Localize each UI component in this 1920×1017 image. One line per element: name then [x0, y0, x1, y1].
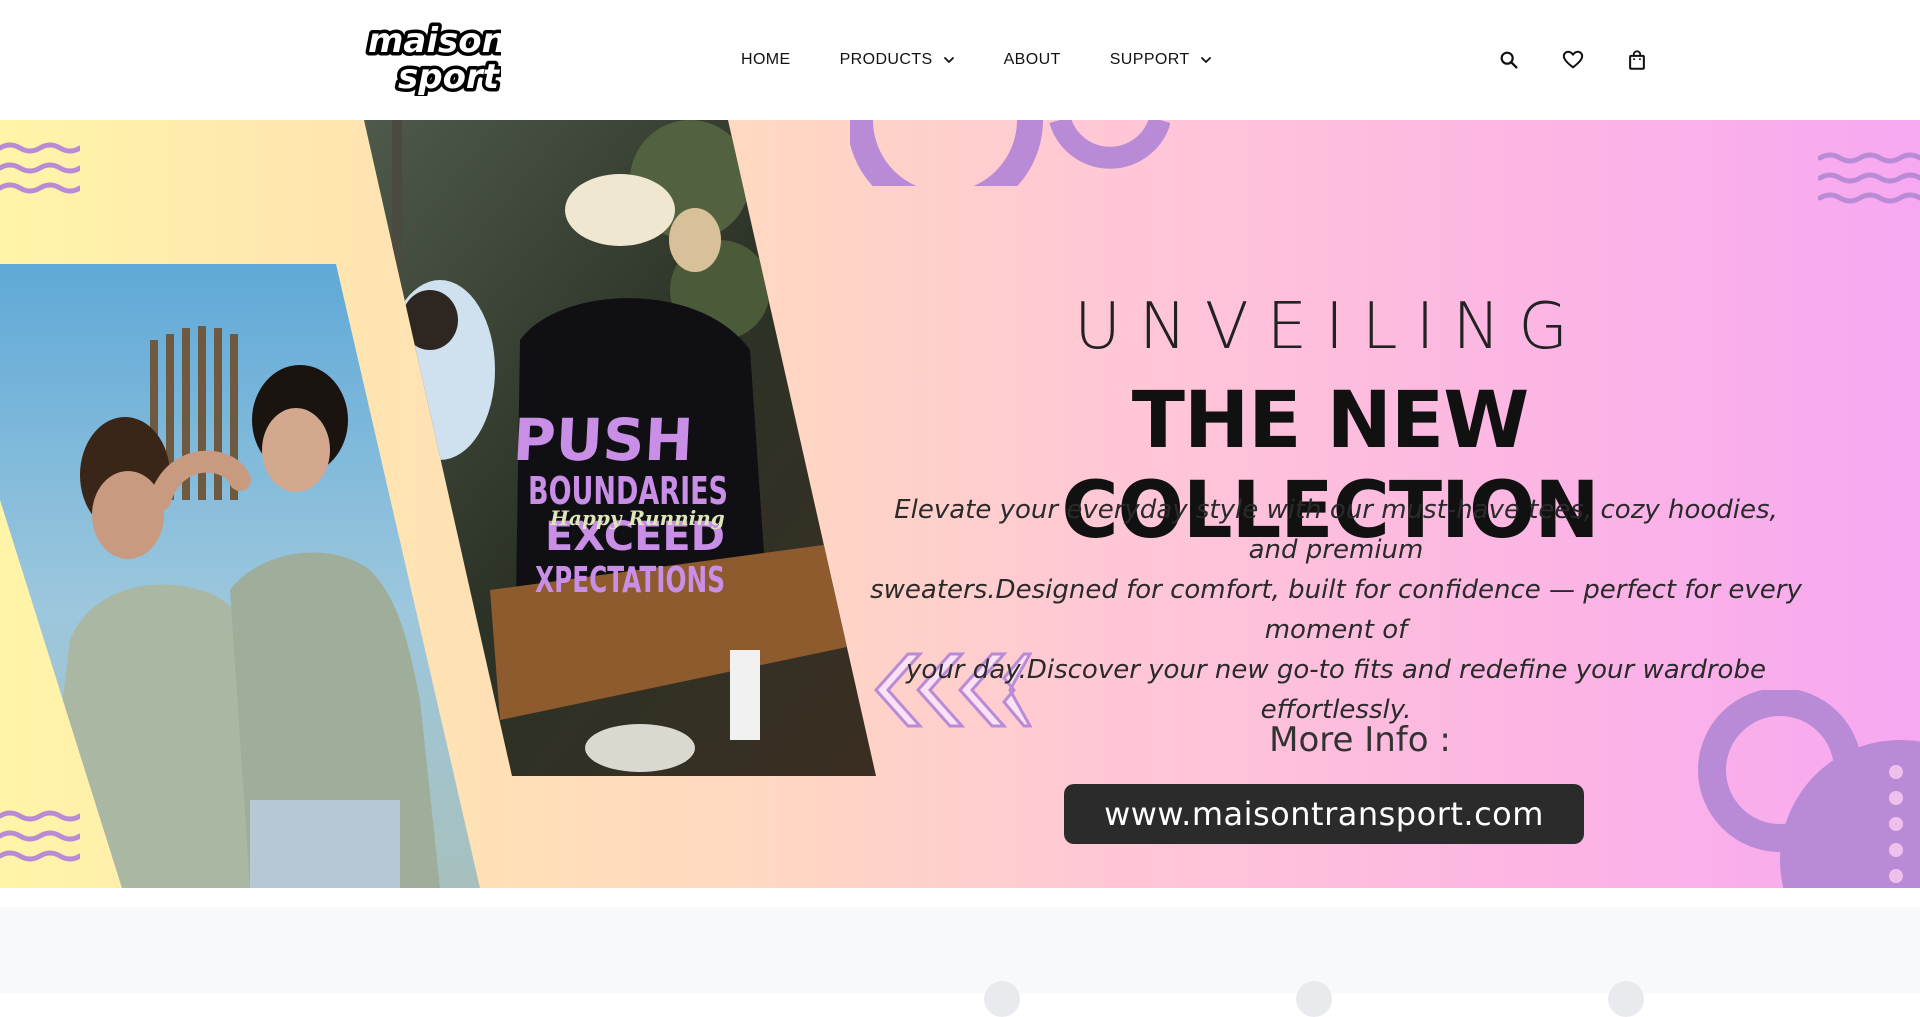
site-header: maison sport HOME PRODUCTS ABOUT SUPPORT — [0, 0, 1920, 120]
hero-copy: UNVEILING THE NEW COLLECTION Elevate you… — [860, 120, 1802, 888]
search-icon — [1500, 51, 1518, 69]
logo-line-2: sport — [398, 57, 501, 96]
hero-photo-collage: PUSH BOUNDARIES EXCEED XPECTATIONS Happy… — [0, 120, 900, 888]
logo-line-1: maison — [368, 21, 501, 61]
carousel-dot[interactable] — [1296, 981, 1332, 1017]
website-url-button[interactable]: www.maisontransport.com — [1064, 784, 1584, 844]
main-nav: HOME PRODUCTS ABOUT SUPPORT — [741, 48, 1261, 72]
shirt-text-line-1: PUSH — [511, 406, 694, 474]
carousel-dot[interactable] — [1608, 981, 1644, 1017]
nav-item-products[interactable]: PRODUCTS — [840, 51, 955, 69]
brand-logo[interactable]: maison sport — [364, 16, 502, 97]
chevron-down-icon — [943, 54, 955, 66]
nav-item-support[interactable]: SUPPORT — [1110, 51, 1212, 69]
wave-decoration — [0, 142, 80, 194]
nav-item-home[interactable]: HOME — [741, 51, 791, 69]
shopping-bag-icon — [1629, 50, 1645, 70]
header-tools — [1497, 48, 1689, 72]
chevron-down-icon — [1200, 54, 1212, 66]
nav-item-about[interactable]: ABOUT — [1004, 51, 1061, 69]
wishlist-button[interactable] — [1561, 48, 1585, 72]
hero-tagline-line-2: sweaters.Designed for comfort, built for… — [870, 575, 1802, 645]
shirt-text-script: Happy Running — [549, 506, 725, 530]
nav-label-products: PRODUCTS — [839, 51, 933, 68]
cart-button[interactable] — [1625, 48, 1649, 72]
hero-tagline-line-3: your day.Discover your new go-to fits an… — [906, 655, 1766, 725]
hero-eyebrow: UNVEILING — [1074, 290, 1586, 364]
nav-label-support: SUPPORT — [1109, 51, 1190, 68]
hero-tagline-line-1: Elevate your everyday style with our mus… — [894, 495, 1778, 565]
nav-label-home: HOME — [741, 51, 791, 68]
nav-label-about: ABOUT — [1003, 51, 1061, 68]
heart-icon — [1562, 50, 1584, 69]
carousel-dot[interactable] — [984, 981, 1020, 1017]
brand-logo-mark: maison sport — [365, 18, 502, 97]
shirt-text-line-4: XPECTATIONS — [535, 560, 725, 601]
below-hero-section — [0, 907, 1920, 1017]
wave-decoration — [1818, 152, 1920, 204]
search-button[interactable] — [1497, 48, 1521, 72]
hero-banner: PUSH BOUNDARIES EXCEED XPECTATIONS Happy… — [0, 120, 1920, 888]
wave-decoration — [0, 810, 80, 862]
hero-tagline: Elevate your everyday style with our mus… — [866, 490, 1806, 730]
more-info-label: More Info : — [1269, 720, 1451, 760]
hero-photo-push-tee: PUSH BOUNDARIES EXCEED XPECTATIONS Happy… — [364, 120, 876, 776]
